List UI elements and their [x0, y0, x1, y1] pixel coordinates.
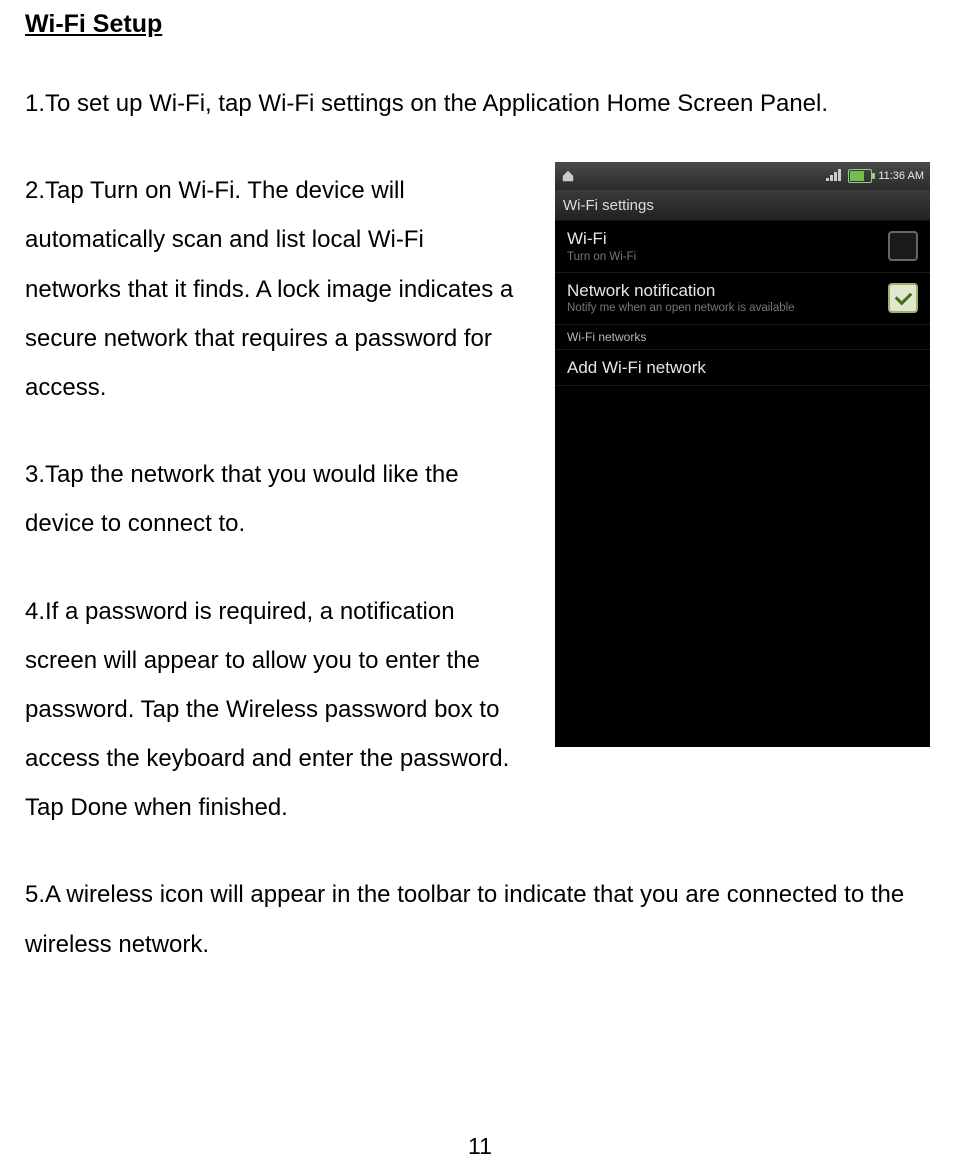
check-icon	[894, 288, 912, 306]
row-network-notification[interactable]: Network notification Notify me when an o…	[555, 273, 930, 325]
step-3: 3.Tap the network that you would like th…	[25, 450, 525, 548]
screen-title-bar: Wi-Fi settings	[555, 190, 930, 221]
page-number: 11	[0, 1133, 960, 1160]
row-wifi-subtitle: Turn on Wi-Fi	[567, 251, 878, 264]
step-5: 5.A wireless icon will appear in the too…	[25, 870, 935, 968]
device-screenshot: 11:36 AM Wi-Fi settings Wi-Fi Turn on Wi…	[555, 162, 930, 747]
status-bar: 11:36 AM	[555, 162, 930, 190]
home-icon	[561, 169, 575, 183]
row-wifi-title: Wi-Fi	[567, 229, 878, 249]
battery-icon	[848, 169, 872, 183]
section-wifi-networks: Wi-Fi networks	[555, 325, 930, 350]
section-heading: Wi-Fi Setup	[25, 10, 935, 39]
status-bar-left	[561, 169, 575, 183]
row-add-title: Add Wi-Fi network	[567, 358, 918, 378]
step-1: 1.To set up Wi-Fi, tap Wi-Fi settings on…	[25, 79, 935, 128]
signal-icon	[826, 169, 842, 184]
step-4: 4.If a password is required, a notificat…	[25, 587, 525, 833]
wifi-checkbox[interactable]	[888, 231, 918, 261]
page-container: Wi-Fi Setup 1.To set up Wi-Fi, tap Wi-Fi…	[0, 0, 960, 1172]
step-2: 2.Tap Turn on Wi-Fi. The device will aut…	[25, 166, 525, 412]
status-time: 11:36 AM	[878, 170, 924, 182]
row-notif-subtitle: Notify me when an open network is availa…	[567, 302, 878, 315]
notification-checkbox[interactable]	[888, 283, 918, 313]
row-notif-title: Network notification	[567, 281, 878, 301]
row-wifi-toggle[interactable]: Wi-Fi Turn on Wi-Fi	[555, 221, 930, 273]
row-add-wifi-network[interactable]: Add Wi-Fi network	[555, 350, 930, 387]
